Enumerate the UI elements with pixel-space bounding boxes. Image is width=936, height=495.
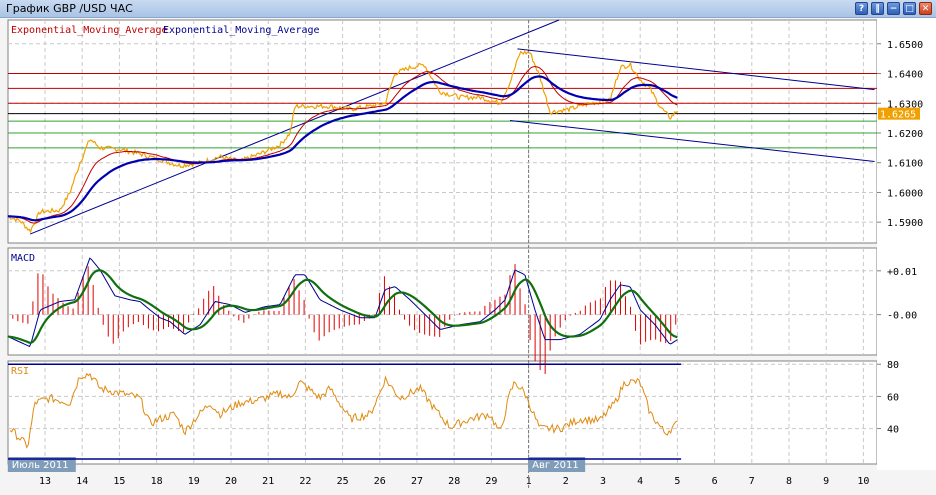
y-tick-label: 80 [887, 360, 899, 371]
y-tick-label: 40 [887, 425, 899, 436]
y-tick-label: 60 [887, 392, 899, 403]
month-label: Июль 2011 [12, 460, 69, 471]
macd-panel-label: MACD [11, 253, 35, 264]
x-tick-label: 4 [637, 476, 643, 487]
x-tick-label: 18 [151, 476, 163, 487]
x-tick-label: 25 [337, 476, 349, 487]
month-label: Авг 2011 [532, 460, 579, 471]
x-tick-label: 27 [411, 476, 423, 487]
x-tick-label: 10 [857, 476, 869, 487]
y-tick-label: 1.6400 [887, 70, 923, 81]
price-axis-area [877, 18, 936, 470]
legend-ema-slow: Exponential_Moving_Average [163, 25, 320, 36]
y-tick-label: -0.00 [887, 311, 917, 322]
x-tick-label: 15 [113, 476, 125, 487]
x-tick-label: 7 [749, 476, 755, 487]
x-tick-label: 2 [563, 476, 569, 487]
x-tick-label: 29 [485, 476, 497, 487]
x-tick-label: 9 [823, 476, 829, 487]
x-tick-label: 19 [188, 476, 200, 487]
y-tick-label: 1.6500 [887, 40, 923, 51]
y-tick-label: 1.6200 [887, 129, 923, 140]
current-price-label: 1.6265 [880, 110, 916, 121]
x-tick-label: 5 [674, 476, 680, 487]
panel-0 [7, 19, 878, 244]
y-tick-label: 1.6000 [887, 188, 923, 199]
panel-2 [7, 360, 878, 465]
x-tick-label: 28 [448, 476, 460, 487]
x-tick-label: 8 [786, 476, 792, 487]
rsi-panel-label: RSI [11, 366, 29, 377]
x-tick-label: 6 [712, 476, 718, 487]
chart-canvas[interactable]: 13141518192021222526272829123456789101.6… [0, 0, 936, 495]
x-tick-label: 21 [262, 476, 274, 487]
x-tick-label: 13 [39, 476, 51, 487]
x-tick-label: 26 [374, 476, 386, 487]
x-tick-label: 3 [600, 476, 606, 487]
y-tick-label: 1.6100 [887, 159, 923, 170]
y-tick-label: 1.5900 [887, 218, 923, 229]
x-tick-label: 22 [299, 476, 311, 487]
x-tick-label: 20 [225, 476, 237, 487]
legend-ema-fast: Exponential_Moving_Average [11, 25, 168, 36]
y-tick-label: +0.01 [887, 267, 917, 278]
x-tick-label: 14 [76, 476, 88, 487]
